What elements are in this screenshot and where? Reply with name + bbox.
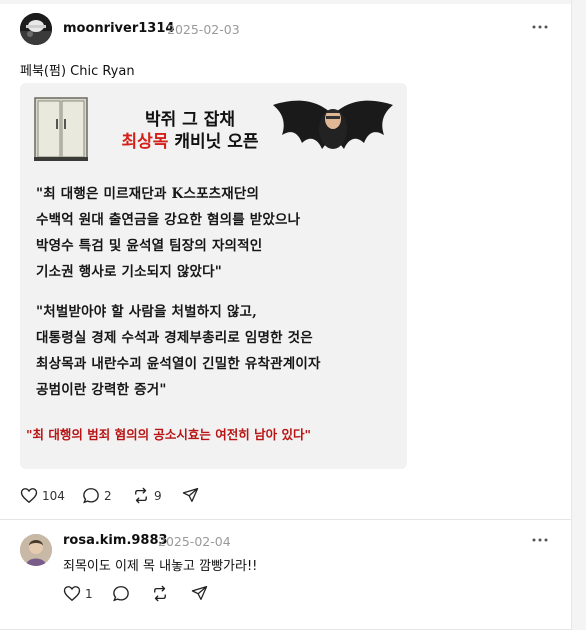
repost-icon	[154, 585, 166, 602]
reply-text: 죄목이도 이제 목 내놓고 깜빵가라!!	[63, 559, 258, 574]
repost-button[interactable]	[151, 585, 169, 602]
headline-rest: 캐비닛 오픈	[168, 132, 259, 152]
quote-line: "처벌받아야 할 사람을 처벌하지 않고,	[36, 304, 258, 320]
comment-icon	[83, 488, 99, 504]
scrollbar-track[interactable]	[571, 0, 586, 630]
post-divider	[0, 519, 572, 520]
send-icon	[182, 487, 199, 503]
repost-icon	[135, 487, 147, 504]
bat-illustration	[268, 95, 398, 165]
avatar[interactable]	[20, 13, 52, 45]
post-image[interactable]: 박쥐 그 잡채 최상목 캐비닛 오픈 "최 대행은 미르재단과 K스포츠재단의 …	[20, 83, 407, 469]
quote-line: 수백억 원대 출연금을 강요한 혐의를 받았으나	[36, 212, 301, 228]
like-button[interactable]: 1	[63, 585, 93, 602]
reply-count: 2	[104, 488, 112, 503]
repost-button[interactable]: 9	[132, 487, 162, 504]
comment-icon	[113, 586, 129, 602]
reply-button[interactable]: 2	[82, 487, 112, 504]
repost-count: 9	[154, 488, 162, 503]
share-button[interactable]	[191, 585, 208, 601]
quote-line: 박영수 특검 및 윤석열 팀장의 자의적인	[36, 238, 263, 254]
like-button[interactable]: 104	[20, 487, 65, 504]
username[interactable]: moonriver1314	[63, 21, 174, 36]
like-count: 1	[85, 586, 93, 601]
cabinet-illustration	[34, 97, 88, 161]
post-text: 페북(펌) Chic Ryan	[20, 64, 135, 79]
quote-line: "최 대행은 미르재단과 K스포츠재단의	[36, 186, 260, 202]
closing-quote: "최 대행의 범죄 혐의의 공소시효는 여전히 남아 있다"	[26, 427, 311, 442]
quote-line: 최상목과 내란수괴 윤석열이 긴밀한 유착관계이자	[36, 356, 321, 372]
timestamp[interactable]: 2025-02-04	[158, 534, 231, 549]
timestamp[interactable]: 2025-02-03	[167, 22, 240, 37]
quote-line: 기소권 행사로 기소되지 않았다"	[36, 264, 222, 280]
heart-icon	[63, 586, 81, 602]
like-count: 104	[42, 488, 65, 503]
reply-button[interactable]	[112, 585, 130, 602]
heart-icon	[20, 488, 38, 504]
more-options-icon[interactable]	[532, 24, 552, 34]
username[interactable]: rosa.kim.9883	[63, 533, 168, 548]
send-icon	[191, 585, 208, 601]
window-top-edge	[0, 0, 572, 4]
avatar[interactable]	[20, 534, 52, 566]
image-subheadline: 최상목 캐비닛 오픈	[90, 127, 290, 152]
quote-block-1: "최 대행은 미르재단과 K스포츠재단의 수백억 원대 출연금을 강요한 혐의를…	[36, 181, 396, 285]
more-options-icon[interactable]	[532, 537, 552, 547]
share-button[interactable]	[182, 487, 199, 503]
headline-name: 최상목	[121, 132, 169, 152]
quote-block-2: "처벌받아야 할 사람을 처벌하지 않고, 대통령실 경제 수석과 경제부총리로…	[36, 299, 396, 403]
quote-line: 대통령실 경제 수석과 경제부총리로 임명한 것은	[36, 330, 313, 346]
quote-line: 공범이란 강력한 증거"	[36, 382, 167, 398]
